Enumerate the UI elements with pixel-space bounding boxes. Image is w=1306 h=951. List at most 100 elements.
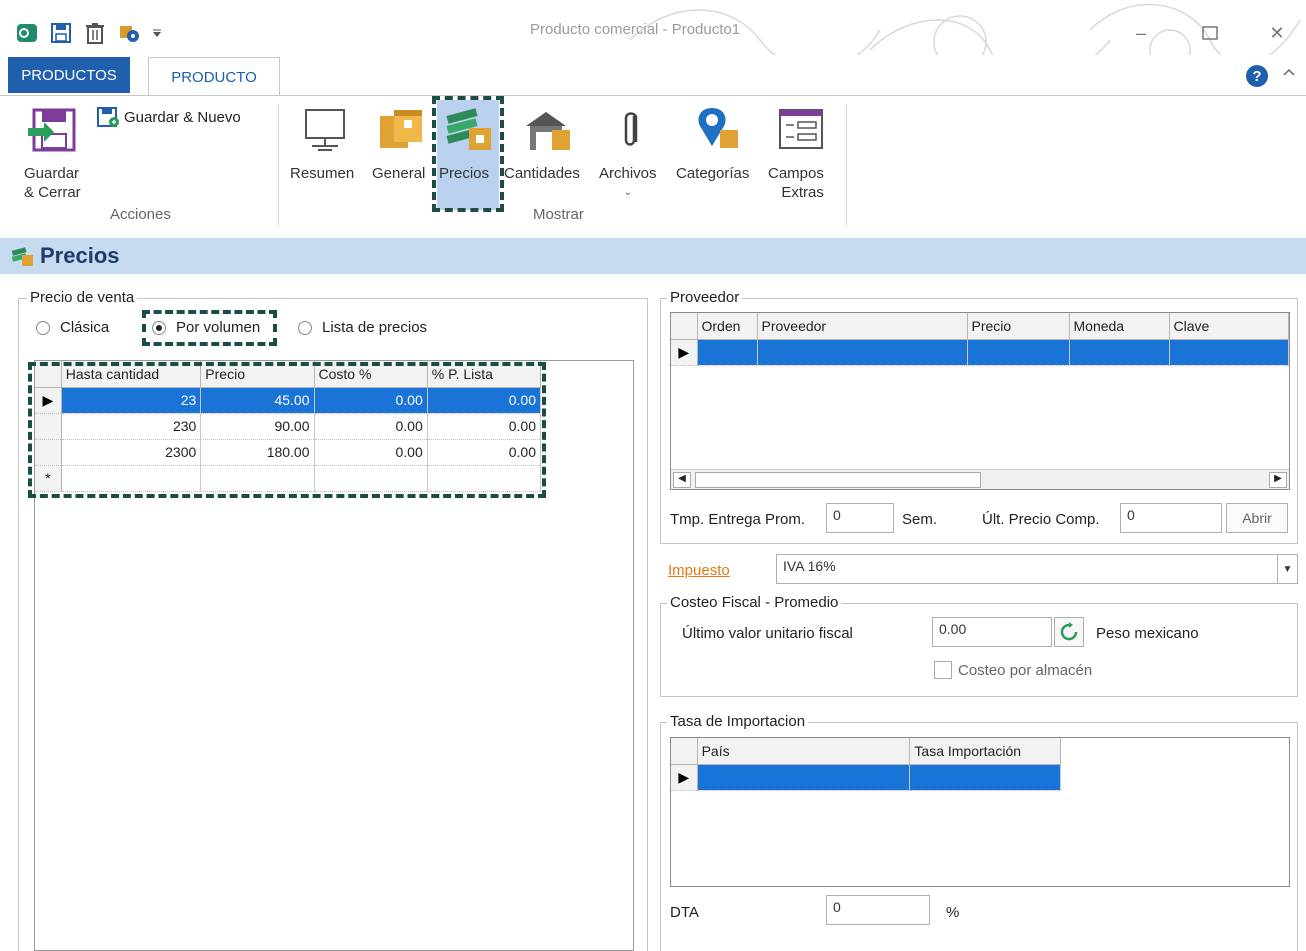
cell-empty[interactable] (697, 339, 758, 366)
radio-clasica-label: Clásica (60, 319, 110, 336)
close-icon[interactable]: ✕ (1262, 20, 1292, 46)
summary-icon[interactable] (302, 108, 348, 156)
grid-corner (671, 313, 698, 340)
col-orden[interactable]: Orden (697, 313, 758, 340)
product-settings-icon[interactable] (116, 20, 142, 46)
impuesto-select[interactable]: IVA 16% ▼ (776, 554, 1298, 584)
ribbon-separator (846, 104, 847, 226)
maximize-icon[interactable] (1195, 20, 1225, 46)
radio-clasica[interactable]: Clásica (36, 319, 109, 336)
dta-unit: % (946, 904, 960, 921)
grid-highlight-box (28, 362, 546, 498)
abrir-button[interactable]: Abrir (1226, 503, 1288, 533)
app-icon[interactable] (14, 20, 40, 46)
row-pointer-icon: ▶ (671, 764, 698, 791)
grid-corner (671, 738, 698, 765)
tmp-entrega-input[interactable]: 0 (826, 503, 894, 533)
save-new-button[interactable]: Guardar & Nuevo (96, 106, 241, 128)
group-label-acciones: Acciones (110, 206, 171, 223)
chevron-down-icon[interactable]: ▼ (1277, 555, 1297, 583)
sem-label: Sem. (902, 511, 938, 528)
cell-empty[interactable] (757, 339, 968, 366)
ribbon-tabs: PRODUCTOS PRODUCTO ? (0, 55, 1306, 97)
tab-archivos[interactable]: Archivos ⌄ (599, 164, 657, 202)
impuesto-link[interactable]: Impuesto (668, 562, 730, 579)
ultimo-valor-label: Último valor unitario fiscal (682, 625, 853, 642)
proveedor-legend: Proveedor (667, 289, 743, 306)
quick-access-toolbar (14, 20, 172, 46)
radio-lista-precios[interactable]: Lista de precios (298, 319, 427, 336)
dta-label: DTA (670, 904, 699, 921)
tasa-importacion-legend: Tasa de Importacion (667, 713, 809, 730)
tab-resumen[interactable]: Resumen (290, 164, 354, 183)
section-header: Precios (0, 238, 1306, 274)
radio-lista-button[interactable] (298, 320, 312, 335)
radio-lista-label: Lista de precios (322, 319, 428, 336)
tab-categorias[interactable]: Categorías (676, 164, 749, 183)
table-row[interactable]: ▶ (671, 764, 1061, 791)
group-label-mostrar: Mostrar (533, 206, 584, 223)
radio-clasica-button[interactable] (36, 320, 50, 335)
title-bar: Producto comercial - Producto1 – ✕ (0, 0, 1306, 55)
tab-cantidades[interactable]: Cantidades (504, 164, 580, 183)
precio-venta-legend: Precio de venta (27, 289, 138, 306)
customize-dropdown-icon[interactable] (150, 20, 164, 46)
scroll-right-icon[interactable]: ▶ (1269, 472, 1287, 488)
save-new-label: Guardar & Nuevo (124, 108, 241, 126)
minimize-icon[interactable]: – (1126, 20, 1156, 46)
save-close-icon[interactable] (28, 108, 78, 156)
ribbon: Guardar & Cerrar Guardar & Nuevo Accione… (0, 95, 1306, 237)
tab-campos-extras[interactable]: Campos Extras (768, 164, 824, 202)
save-icon[interactable] (48, 20, 74, 46)
quantities-warehouse-icon[interactable] (524, 108, 572, 156)
cell-empty[interactable] (697, 764, 911, 791)
scroll-thumb[interactable] (695, 472, 981, 488)
import-rate-grid[interactable]: País Tasa Importación ▶ (670, 737, 1290, 887)
cell-empty[interactable] (1169, 339, 1289, 366)
costeo-almacen-label: Costeo por almacén (958, 661, 1093, 679)
col-precio[interactable]: Precio (967, 313, 1070, 340)
costeo-fiscal-legend: Costeo Fiscal - Promedio (667, 594, 842, 611)
col-moneda[interactable]: Moneda (1069, 313, 1170, 340)
horizontal-scrollbar[interactable]: ◀ ▶ (671, 469, 1289, 489)
section-title: Precios (40, 243, 120, 268)
save-close-button[interactable]: Guardar & Cerrar (24, 164, 81, 202)
table-row[interactable]: ▶ (671, 339, 1289, 366)
collapse-ribbon-icon[interactable] (1282, 65, 1298, 85)
cell-empty[interactable] (1069, 339, 1170, 366)
ultimo-valor-input[interactable]: 0.00 (932, 617, 1052, 647)
cell-empty[interactable] (967, 339, 1070, 366)
extra-fields-form-icon[interactable] (778, 108, 824, 154)
tab-producto[interactable]: PRODUCTO (148, 57, 280, 97)
ribbon-separator (278, 104, 279, 226)
supplier-grid[interactable]: Orden Proveedor Precio Moneda Clave ▶ ◀ … (670, 312, 1290, 490)
cell-empty[interactable] (909, 764, 1061, 791)
delete-icon[interactable] (82, 20, 108, 46)
checkbox-box[interactable] (934, 661, 952, 679)
volumen-highlight-box (142, 310, 277, 346)
moneda-label: Peso mexicano (1096, 625, 1199, 642)
row-pointer-icon: ▶ (671, 339, 698, 366)
window-title: Producto comercial - Producto1 (530, 21, 741, 38)
col-clave[interactable]: Clave (1169, 313, 1289, 340)
tmp-entrega-label: Tmp. Entrega Prom. (670, 511, 806, 528)
refresh-icon[interactable] (1054, 617, 1084, 647)
precios-highlight-box (432, 96, 504, 212)
ult-precio-input[interactable]: 0 (1120, 503, 1222, 533)
paperclip-icon[interactable] (620, 108, 642, 156)
ult-precio-label: Últ. Precio Comp. (982, 511, 1100, 528)
col-pais[interactable]: País (697, 738, 911, 765)
col-proveedor[interactable]: Proveedor (757, 313, 968, 340)
scroll-left-icon[interactable]: ◀ (673, 472, 691, 488)
col-tasa-importacion[interactable]: Tasa Importación (909, 738, 1061, 765)
tab-general[interactable]: General (372, 164, 425, 183)
categories-pin-icon[interactable] (694, 106, 742, 156)
prices-section-icon (11, 247, 33, 266)
general-box-icon[interactable] (378, 106, 424, 156)
tab-productos[interactable]: PRODUCTOS (8, 57, 130, 93)
dta-input[interactable]: 0 (826, 895, 930, 925)
costeo-almacen-checkbox[interactable]: Costeo por almacén (934, 661, 1092, 679)
impuesto-value: IVA 16% (783, 558, 836, 574)
help-icon[interactable]: ? (1246, 65, 1268, 87)
save-new-icon (97, 107, 119, 127)
